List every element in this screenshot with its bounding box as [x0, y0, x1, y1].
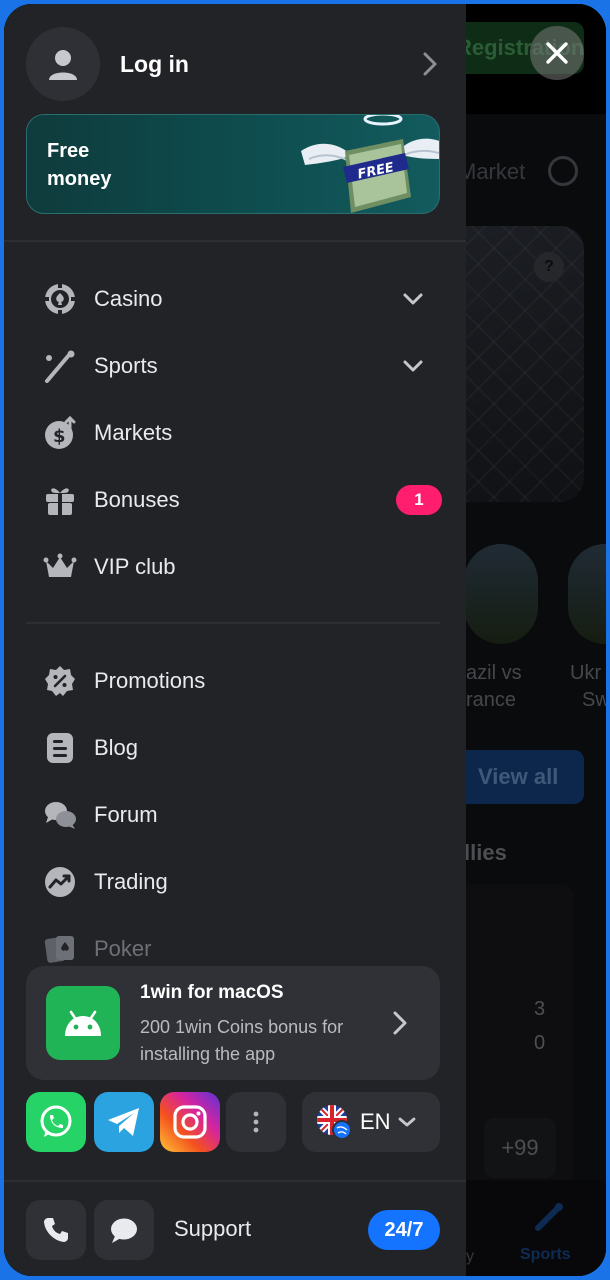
side-drawer: Log in Free money FREE Casino Sports $ M… [4, 4, 466, 1276]
whatsapp-button[interactable] [26, 1092, 86, 1152]
menu-item-casino[interactable]: Casino [42, 274, 442, 324]
chat-button[interactable] [94, 1200, 154, 1260]
chevron-right-icon [423, 52, 437, 76]
uk-flag-icon [317, 1105, 352, 1140]
menu-item-label: Promotions [94, 668, 206, 693]
chevron-down-icon [403, 360, 423, 372]
more-vertical-icon [253, 1111, 259, 1133]
menu-item-bonuses[interactable]: Bonuses 1 [42, 475, 442, 525]
menu-item-vip-club[interactable]: VIP club [42, 542, 442, 592]
menu-item-label: Forum [94, 802, 158, 827]
chat-bubbles-icon [42, 797, 78, 833]
menu-item-label: Bonuses [94, 487, 180, 512]
sports-stick-icon [42, 348, 78, 384]
percent-badge-icon [42, 663, 78, 699]
chevron-down-icon [403, 293, 423, 305]
app-card-subtitle: 200 1win Coins bonus for installing the … [140, 1017, 344, 1064]
app-download-card[interactable]: 1win for macOS 200 1win Coins bonus for … [26, 966, 440, 1080]
trend-chart-icon [42, 864, 78, 900]
menu-item-markets[interactable]: $ Markets [42, 408, 442, 458]
menu-item-promotions[interactable]: Promotions [42, 656, 442, 706]
divider [4, 240, 466, 242]
free-money-banner[interactable]: Free money FREE [26, 114, 440, 214]
app-card-title: 1win for macOS [140, 982, 284, 1003]
menu-item-blog[interactable]: Blog [42, 723, 442, 773]
app-frame: Registration Market ? azil vs rance Ukr … [4, 4, 606, 1276]
close-icon [546, 42, 568, 64]
telegram-icon [108, 1108, 139, 1136]
chevron-down-icon [398, 1117, 415, 1127]
menu-item-label: Casino [94, 286, 163, 311]
markets-dollar-icon: $ [42, 415, 78, 451]
login-row[interactable]: Log in [26, 26, 438, 102]
chat-bubble-icon [111, 1218, 137, 1243]
flying-money-icon: FREE [301, 115, 439, 213]
whatsapp-icon [40, 1105, 72, 1137]
instagram-icon [173, 1105, 207, 1139]
language-code: EN [360, 1109, 391, 1134]
menu-item-sports[interactable]: Sports [42, 341, 442, 391]
close-button[interactable] [530, 26, 584, 80]
call-button[interactable] [26, 1200, 86, 1260]
casino-chip-icon [42, 281, 78, 317]
menu-item-label: Sports [94, 353, 158, 378]
menu-item-label: VIP club [94, 554, 176, 579]
banner-text: Free money [47, 140, 112, 190]
menu-item-label: Blog [94, 735, 139, 760]
chevron-right-icon [393, 1011, 407, 1035]
crown-icon [42, 549, 78, 585]
menu-item-trading[interactable]: Trading [42, 857, 442, 907]
more-button[interactable] [226, 1092, 286, 1152]
menu-item-label: Poker [94, 936, 152, 961]
phone-icon [44, 1218, 68, 1242]
notification-badge: 1 [396, 485, 442, 515]
playing-cards-icon [42, 931, 78, 967]
menu-item-forum[interactable]: Forum [42, 790, 442, 840]
divider [26, 622, 440, 624]
avatar [26, 27, 100, 101]
instagram-button[interactable] [160, 1092, 220, 1152]
menu-item-label: Trading [94, 869, 168, 894]
menu-item-label: Markets [94, 420, 173, 445]
login-label: Log in [120, 50, 189, 77]
user-icon [49, 50, 77, 80]
support-hours-badge: 24/7 [368, 1210, 440, 1250]
support-label[interactable]: Support [174, 1216, 251, 1242]
gift-icon [42, 482, 78, 518]
android-icon [46, 986, 120, 1060]
svg-text:$: $ [53, 426, 66, 447]
divider [4, 1180, 466, 1182]
document-icon [42, 730, 78, 766]
telegram-button[interactable] [94, 1092, 154, 1152]
language-selector[interactable]: EN [302, 1092, 440, 1152]
